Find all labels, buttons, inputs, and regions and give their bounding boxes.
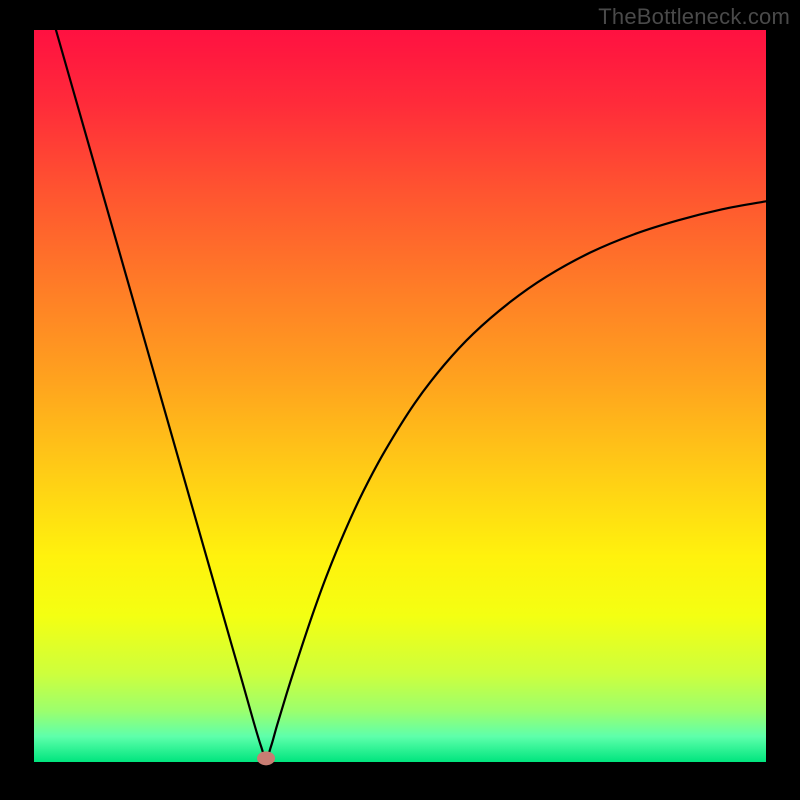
minimum-marker xyxy=(257,751,275,765)
chart-svg xyxy=(0,0,800,800)
chart-frame: TheBottleneck.com xyxy=(0,0,800,800)
plot-background xyxy=(34,30,766,762)
watermark-text: TheBottleneck.com xyxy=(598,4,790,30)
